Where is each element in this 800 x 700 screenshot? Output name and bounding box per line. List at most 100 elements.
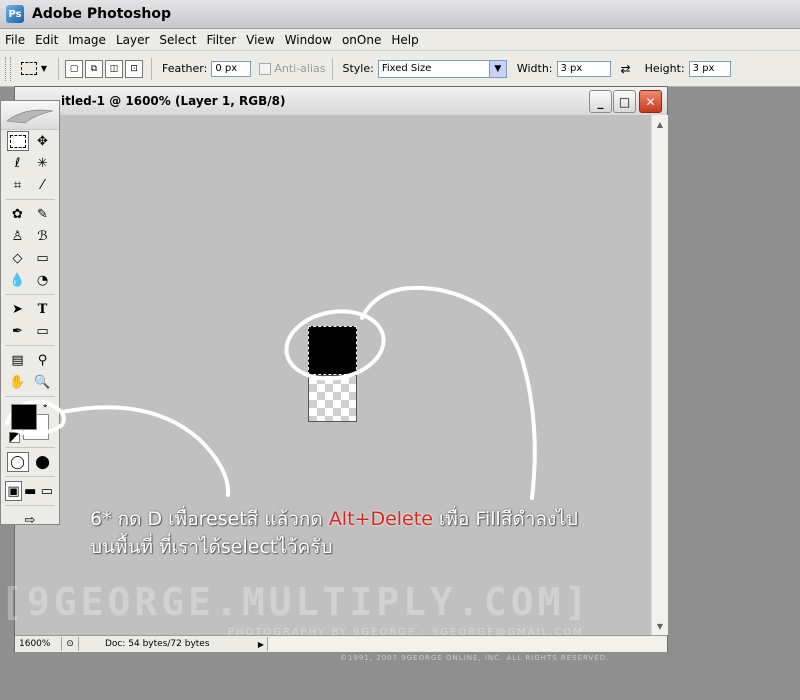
height-input[interactable]: 3 px [688,60,731,77]
swap-colors-icon[interactable]: ↶ [43,402,51,412]
standard-mode-icon[interactable]: ◯ [6,452,29,472]
menu-layer[interactable]: Layer [111,33,154,47]
menu-select[interactable]: Select [154,33,201,47]
menu-help[interactable]: Help [386,33,423,47]
dodge-tool-icon[interactable]: ◔ [32,270,54,290]
divider [58,57,59,80]
brush-tool-icon[interactable]: ✎ [32,204,54,224]
options-bar: ▼ ▢ ⧉ ◫ ⊡ Feather: 0 px Anti-alias Style… [0,51,800,87]
maximize-button[interactable]: □ [613,90,636,113]
pen-tool-icon[interactable]: ✒ [7,321,29,341]
quick-mask-mode-icon[interactable]: ⬤ [32,452,54,472]
feather-logo-icon [6,109,54,124]
magic-wand-tool-icon[interactable]: ✳ [32,153,54,173]
divider [5,345,55,346]
crop-tool-icon[interactable]: ⌗ [7,175,29,195]
lasso-tool-icon[interactable]: ℓ [7,153,29,173]
black-filled-selection [308,326,357,375]
gradient-tool-icon[interactable]: ▭ [32,248,54,268]
tool-preset-picker[interactable]: ▼ [16,58,52,80]
marquee-tool-icon[interactable] [6,131,29,151]
divider [5,294,55,295]
foreground-color-swatch[interactable] [11,404,37,430]
menu-view[interactable]: View [241,33,279,47]
divider [151,57,152,80]
style-select[interactable]: Fixed Size ▼ [377,59,507,78]
eraser-tool-icon[interactable]: ◇ [7,248,29,268]
slice-tool-icon[interactable]: ⁄ [32,175,54,195]
scroll-up-icon[interactable]: ▲ [654,118,666,130]
color-swatches: ↶ [1,400,59,444]
menu-image[interactable]: Image [63,33,111,47]
status-options-icon[interactable]: ⊙ [62,637,79,651]
full-screen-mode-icon[interactable]: ▭ [39,481,56,501]
toolbox: ✥ ℓ ✳ ⌗ ⁄ ✿ ✎ ♙ ℬ ◇ ▭ 💧 ◔ ➤ T ✒ ▭ ▤ ⚲ ✋ … [0,100,60,528]
app-title: Adobe Photoshop [32,6,171,22]
document-titlebar[interactable]: itled-1 @ 1600% (Layer 1, RGB/8) _ □ ✕ [15,87,667,116]
vertical-scrollbar[interactable]: ▲ ▼ [651,115,668,635]
intersect-selection-icon[interactable]: ⊡ [125,59,143,78]
type-tool-icon[interactable]: T [32,299,54,319]
path-selection-tool-icon[interactable]: ➤ [7,299,29,319]
status-menu-arrow-icon[interactable]: ▶ [255,640,267,649]
history-brush-tool-icon[interactable]: ℬ [32,226,54,246]
hand-tool-icon[interactable]: ✋ [7,372,29,392]
photoshop-icon: Ps [6,5,24,23]
watermark-sub: PHOTOGRAPHY BY 9GEORGE : 9GEORGE@GMAIL.C… [228,627,584,638]
horizontal-scrollbar[interactable] [267,637,667,651]
divider [5,505,55,506]
menu-edit[interactable]: Edit [30,33,63,47]
clone-stamp-tool-icon[interactable]: ♙ [7,226,29,246]
menu-onone[interactable]: onOne [337,33,386,47]
zoom-level[interactable]: 1600% [15,637,62,651]
style-value: Fixed Size [381,63,432,74]
options-grip[interactable] [5,56,11,81]
eyedropper-tool-icon[interactable]: ⚲ [32,350,54,370]
shape-tool-icon[interactable]: ▭ [32,321,54,341]
chevron-down-icon: ▼ [488,60,506,77]
document-title: itled-1 @ 1600% (Layer 1, RGB/8) [61,94,286,108]
standard-screen-mode-icon[interactable]: ▣ [5,481,22,501]
instruction-line1-prefix: 6* กด D เพื่อresetสี แล้วกด [90,508,329,530]
feather-input[interactable]: 0 px [211,60,252,77]
new-selection-icon[interactable]: ▢ [65,59,83,78]
antialias-checkbox[interactable] [259,62,272,75]
menu-window[interactable]: Window [280,33,337,47]
toolbox-header[interactable] [1,101,59,130]
notes-tool-icon[interactable]: ▤ [7,350,29,370]
move-tool-icon[interactable]: ✥ [32,131,54,151]
divider [5,447,55,448]
transparent-pixels [308,375,357,422]
instruction-line2: บนพื้นที่ ที่เราได้selectไว้ครับ [90,536,333,558]
width-input[interactable]: 3 px [556,60,611,77]
instruction-line1-suffix: เพื่อ Fillสีดำลงไป [432,508,578,530]
width-label: Width: [516,62,553,75]
menu-bar: File Edit Image Layer Select Filter View… [0,29,800,51]
minimize-button[interactable]: _ [589,90,612,113]
doc-info: Doc: 54 bytes/72 bytes [105,639,210,649]
default-colors-icon[interactable] [9,432,20,443]
chevron-down-icon: ▼ [40,64,48,73]
scroll-down-icon[interactable]: ▼ [654,620,666,632]
blur-tool-icon[interactable]: 💧 [7,270,29,290]
menu-filter[interactable]: Filter [201,33,241,47]
zoom-tool-icon[interactable]: 🔍 [32,372,54,392]
close-button[interactable]: ✕ [639,90,662,113]
swap-dimensions-icon[interactable]: ⇄ [621,62,631,76]
app-titlebar: Ps Adobe Photoshop [0,0,800,29]
add-selection-icon[interactable]: ⧉ [85,59,103,78]
height-label: Height: [644,62,685,75]
shortcut-highlight: Alt+Delete [328,508,433,530]
divider [5,396,55,397]
instruction-text: 6* กด D เพื่อresetสี แล้วกด Alt+Delete เ… [90,505,578,561]
style-label: Style: [342,62,374,75]
jump-to-imageready-icon[interactable]: ⇨ [19,510,41,530]
full-screen-menu-mode-icon[interactable]: ▬ [22,481,39,501]
feather-label: Feather: [162,62,208,75]
divider [331,57,333,80]
healing-brush-tool-icon[interactable]: ✿ [7,204,29,224]
subtract-selection-icon[interactable]: ◫ [105,59,123,78]
menu-file[interactable]: File [0,33,30,47]
watermark-main: [9GEORGE.MULTIPLY.COM] [0,580,592,624]
rect-marquee-icon [20,62,37,75]
